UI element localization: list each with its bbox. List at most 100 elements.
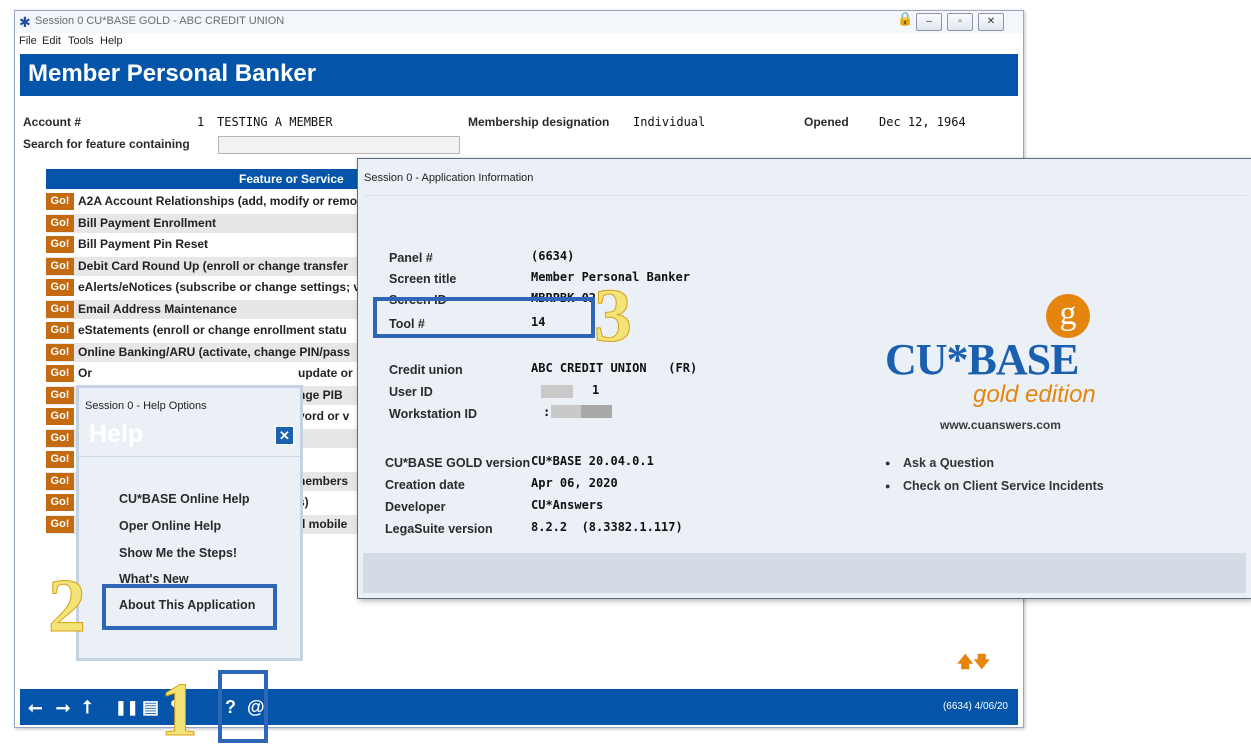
help-item-online-help[interactable]: CU*BASE Online Help [119, 492, 250, 506]
list-item[interactable]: Go! Or update or [46, 364, 386, 383]
go-button[interactable]: Go! [46, 365, 74, 382]
client-incidents-link[interactable]: Check on Client Service Incidents [903, 479, 1104, 493]
help-heading: Help [89, 420, 144, 448]
go-button[interactable]: Go! [46, 429, 74, 447]
panel-label: Panel # [389, 251, 433, 265]
minimize-button[interactable]: – [916, 13, 942, 31]
list-item[interactable]: Go! Email Address Maintenance [46, 299, 386, 319]
list-item-label: Bill Payment Pin Reset [78, 237, 209, 251]
list-item[interactable]: Go! eAlerts/eNotices (subscribe or change… [46, 278, 386, 297]
credit-union-label: Credit union [389, 363, 463, 377]
go-button[interactable]: Go! [46, 386, 74, 404]
close-icon[interactable]: ✕ [275, 426, 294, 445]
menu-edit[interactable]: Edit [42, 35, 61, 47]
list-item-label: eAlerts/eNotices (subscribe or change se… [78, 280, 361, 294]
go-button[interactable]: Go! [46, 408, 74, 425]
logo-gold-edition: gold edition [973, 381, 1096, 408]
account-number: 1 [197, 115, 205, 129]
go-button[interactable]: Go! [46, 236, 74, 253]
list-item[interactable]: Go! Bill Payment Pin Reset [46, 235, 386, 254]
annotation-two: 2 [48, 564, 87, 648]
go-button[interactable]: Go! [46, 214, 74, 232]
sort-arrows-icon[interactable]: 🡅🡇 [957, 651, 990, 678]
list-item-label: eStatements (enroll or change enrollment… [78, 323, 347, 337]
go-button[interactable]: Go! [46, 322, 74, 339]
application-info-dialog: Session 0 - Application Information ✕ Pa… [357, 158, 1251, 599]
list-item[interactable]: Go! A2A Account Relationships (add, modif… [46, 192, 386, 211]
search-input[interactable] [218, 136, 460, 154]
list-item-label: Debit Card Round Up (enroll or change tr… [78, 258, 349, 273]
pause-icon[interactable]: ❚❚ [115, 699, 138, 716]
go-button[interactable]: Go! [46, 343, 74, 361]
list-item-label: Or [78, 366, 93, 380]
close-window-button[interactable]: ✕ [978, 13, 1004, 31]
lock-icon: 🔒 [897, 11, 914, 26]
annotation-one: 1 [160, 668, 199, 752]
title-bar: ✱ Session 0 CU*BASE GOLD - ABC CREDIT UN… [15, 11, 1023, 33]
print-icon[interactable]: ▤ [142, 697, 159, 718]
designation-value: Individual [633, 115, 706, 129]
menu-bar: File Edit Tools Help [15, 33, 1023, 51]
help-dialog-title: Session 0 - Help Options [85, 400, 207, 412]
go-button[interactable]: Go! [46, 451, 74, 468]
dialog-body: Panel # (6634) Screen title Member Perso… [363, 195, 1246, 554]
menu-tools[interactable]: Tools [68, 35, 94, 47]
user-id-value: 1 [592, 383, 600, 397]
forward-arrow-icon[interactable]: ⭢ [56, 697, 70, 718]
highlight-help-button [218, 670, 268, 743]
workstation-label: Workstation ID [389, 407, 477, 421]
up-arrow-icon[interactable]: ⭡ [83, 697, 91, 718]
credit-union-value: ABC CREDIT UNION (FR) [531, 361, 698, 375]
search-label: Search for feature containing [23, 137, 190, 151]
designation-label: Membership designation [468, 115, 610, 129]
go-button[interactable]: Go! [46, 515, 74, 533]
list-item-label-tail: nembers [298, 473, 349, 488]
help-item-show-steps[interactable]: Show Me the Steps! [119, 546, 237, 560]
menu-file[interactable]: File [19, 35, 37, 47]
creation-date-label: Creation date [385, 478, 465, 492]
maximize-button[interactable]: ▫ [947, 13, 973, 31]
opened-value: Dec 12, 1964 [879, 115, 966, 129]
creation-date-value: Apr 06, 2020 [531, 476, 618, 490]
highlight-tool-number [373, 297, 595, 338]
version-value: CU*BASE 20.04.0.1 [531, 454, 654, 468]
developer-label: Developer [385, 500, 446, 514]
go-button[interactable]: Go! [46, 494, 74, 511]
list-item[interactable]: Go! Bill Payment Enrollment [46, 213, 386, 233]
menu-help[interactable]: Help [100, 35, 123, 47]
panel-value: (6634) [531, 249, 575, 263]
redacted-block [551, 405, 581, 418]
highlight-about-application [102, 584, 277, 630]
dialog-title-bar: Session 0 - Application Information [358, 159, 1251, 195]
list-item-label: Email Address Maintenance [78, 301, 237, 316]
list-item[interactable]: Go! Online Banking/ARU (activate, change … [46, 342, 386, 362]
app-logo-icon: ✱ [19, 14, 31, 30]
go-button[interactable]: Go! [46, 193, 74, 210]
help-item-oper-help[interactable]: Oper Online Help [119, 519, 221, 533]
back-arrow-icon[interactable]: ⭠ [28, 697, 42, 718]
window-title: Session 0 CU*BASE GOLD - ABC CREDIT UNIO… [35, 15, 285, 27]
list-item[interactable]: Go! eStatements (enroll or change enrollm… [46, 321, 386, 340]
screen-title-label: Screen title [389, 272, 457, 286]
bullet-icon: ● [885, 481, 891, 491]
list-item-label-tail: d mobile [298, 516, 348, 531]
list-item[interactable]: Go! Debit Card Round Up (enroll or change… [46, 256, 386, 276]
page-header: Member Personal Banker [20, 54, 1018, 96]
logo-g-badge: g [1046, 294, 1090, 338]
bullet-icon: ● [885, 458, 891, 468]
divider [79, 456, 300, 457]
redacted-block [581, 405, 612, 418]
ask-question-link[interactable]: Ask a Question [903, 456, 994, 470]
go-button[interactable]: Go! [46, 279, 74, 296]
website-url: www.cuanswers.com [940, 418, 1061, 432]
redacted-block [541, 385, 573, 398]
dialog-title: Session 0 - Application Information [364, 172, 534, 184]
go-button[interactable]: Go! [46, 257, 74, 275]
developer-value: CU*Answers [531, 498, 604, 512]
go-button[interactable]: Go! [46, 472, 74, 490]
legasuite-value: 8.2.2 (8.3382.1.117) [531, 520, 683, 534]
list-item-label: Bill Payment Enrollment [78, 215, 217, 230]
workstation-value: : [543, 405, 551, 419]
go-button[interactable]: Go! [46, 300, 74, 318]
list-item-label-tail: nge PIB [298, 387, 343, 402]
